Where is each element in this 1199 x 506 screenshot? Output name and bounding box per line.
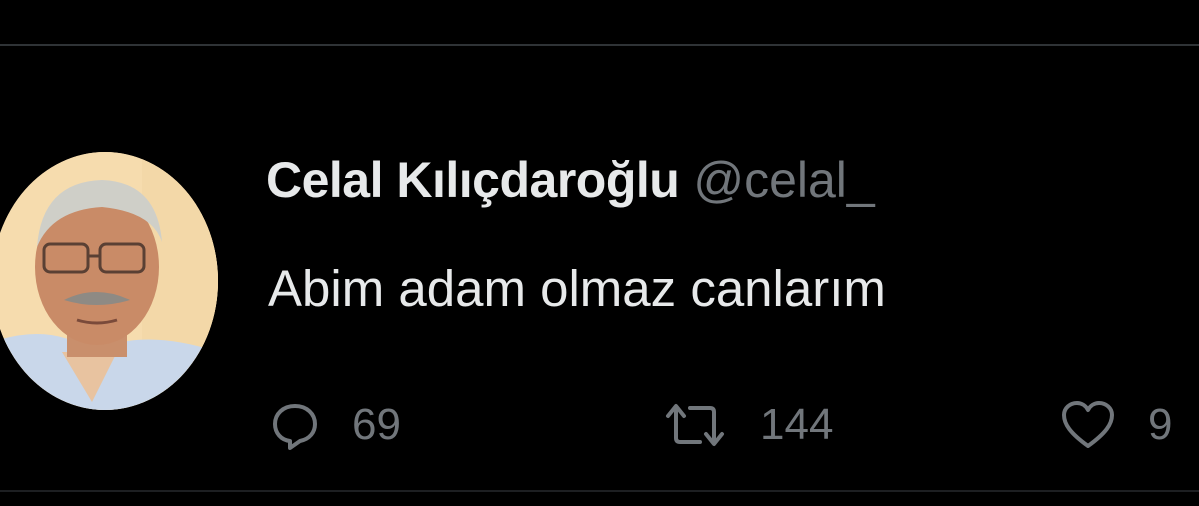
tweet-text: Abim adam olmaz canlarım — [268, 260, 886, 317]
retweet-button[interactable]: 144 — [662, 390, 833, 460]
tweet-author: Celal Kılıçdaroğlu @celal_ — [266, 150, 875, 210]
retweet-count: 144 — [760, 400, 834, 449]
tweet-actions: 69 144 9 — [270, 390, 1199, 460]
retweet-icon — [662, 400, 728, 450]
avatar[interactable] — [0, 152, 218, 410]
author-display-name[interactable]: Celal Kılıçdaroğlu — [266, 152, 680, 208]
author-handle[interactable]: @celal_ — [693, 152, 874, 208]
like-button[interactable]: 9 — [1060, 390, 1172, 460]
like-count: 9 — [1148, 400, 1173, 449]
reply-button[interactable]: 69 — [270, 390, 401, 460]
heart-icon — [1060, 400, 1116, 450]
reply-count: 69 — [352, 400, 401, 449]
bottom-divider — [0, 490, 1199, 492]
reply-icon — [270, 400, 320, 450]
tweet[interactable]: Celal Kılıçdaroğlu @celal_ Abim adam olma… — [0, 46, 1199, 490]
